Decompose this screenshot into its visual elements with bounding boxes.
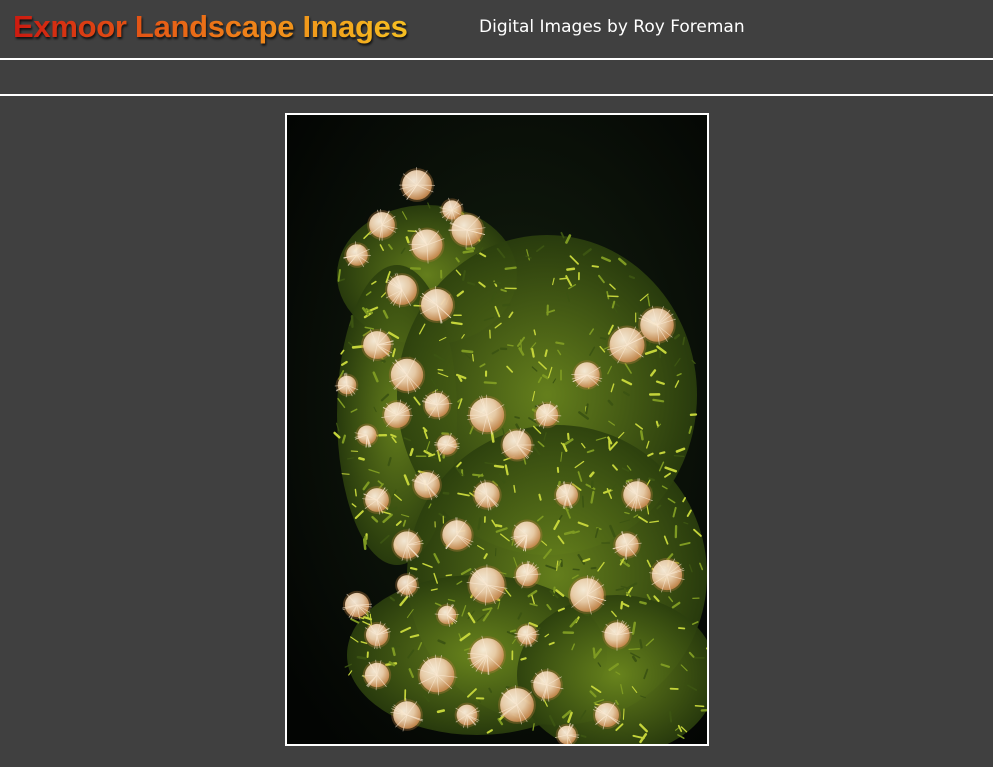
navigation-bar	[0, 60, 993, 96]
main-photo[interactable]	[285, 113, 709, 746]
page: Exmoor Landscape Images Digital Images b…	[0, 0, 993, 767]
site-header: Exmoor Landscape Images Digital Images b…	[0, 0, 993, 60]
site-subtitle: Digital Images by Roy Foreman	[479, 17, 745, 37]
site-title[interactable]: Exmoor Landscape Images	[13, 9, 408, 45]
photo-illustration	[287, 115, 707, 744]
